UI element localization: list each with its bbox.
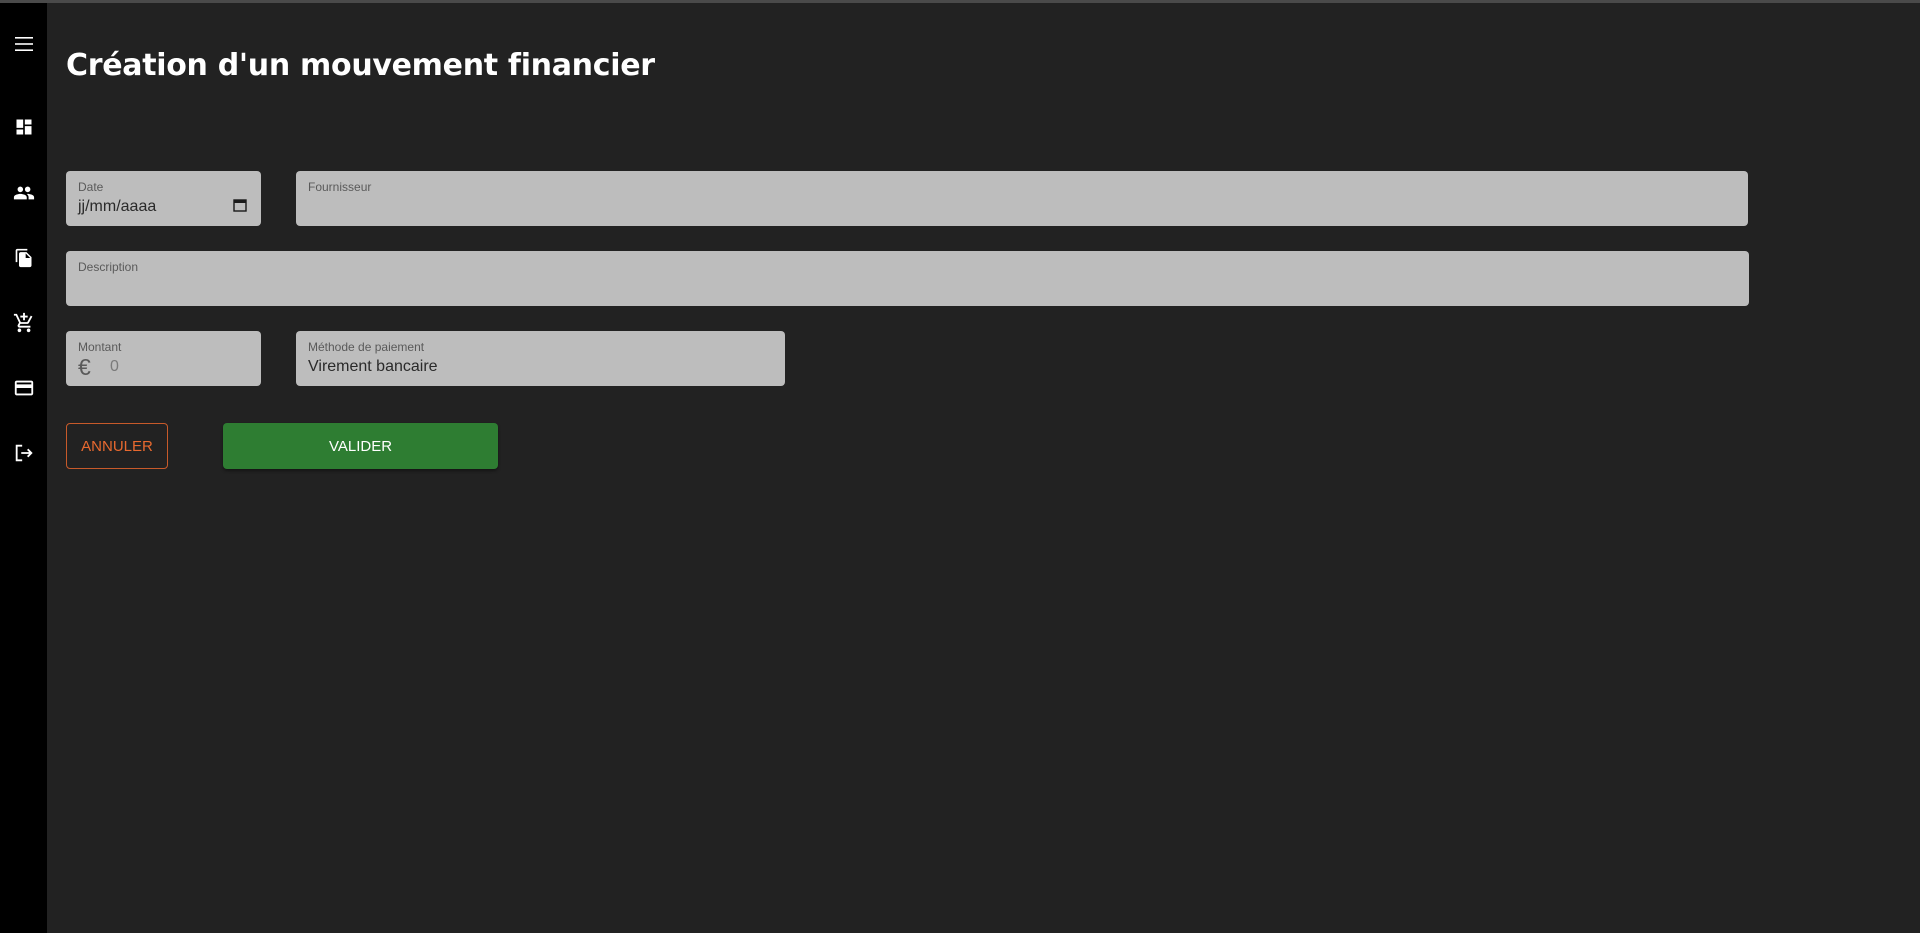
amount-field[interactable]: Montant € 0 (66, 331, 261, 386)
cart-icon (13, 312, 32, 333)
date-input[interactable]: jj/mm/aaaa (78, 198, 156, 216)
logout-icon (15, 444, 33, 462)
submit-button[interactable]: VALIDER (223, 423, 498, 469)
people-icon (13, 186, 34, 200)
sidebar-item-payments[interactable] (0, 368, 47, 408)
euro-icon: € (78, 354, 91, 380)
main-content: Création d'un mouvement financier Date j… (66, 0, 1920, 933)
payment-method-select[interactable]: Méthode de paiement Virement bancaire (296, 331, 785, 386)
sidebar-item-people[interactable] (0, 173, 47, 213)
sidebar-item-documents[interactable] (0, 238, 47, 278)
sidebar (0, 3, 47, 933)
dashboard-icon (16, 119, 31, 135)
supplier-field[interactable]: Fournisseur (296, 171, 1748, 226)
sidebar-item-logout[interactable] (0, 433, 47, 473)
description-label: Description (78, 260, 139, 274)
sidebar-item-dashboard[interactable] (0, 107, 47, 147)
sidebar-item-cart[interactable] (0, 303, 47, 343)
menu-icon (14, 37, 33, 51)
menu-button[interactable] (0, 24, 47, 64)
credit-card-icon (14, 380, 33, 396)
payment-method-label: Méthode de paiement (308, 340, 425, 354)
amount-input[interactable]: 0 (110, 358, 119, 376)
calendar-icon[interactable] (233, 198, 247, 212)
page-title: Création d'un mouvement financier (66, 48, 655, 83)
amount-label: Montant (78, 340, 122, 354)
cancel-button[interactable]: ANNULER (66, 423, 168, 469)
supplier-label: Fournisseur (308, 180, 372, 194)
date-field[interactable]: Date jj/mm/aaaa (66, 171, 261, 226)
description-field[interactable]: Description (66, 251, 1749, 306)
documents-icon (15, 248, 31, 268)
date-label: Date (78, 180, 104, 194)
payment-method-value[interactable]: Virement bancaire (308, 358, 438, 376)
